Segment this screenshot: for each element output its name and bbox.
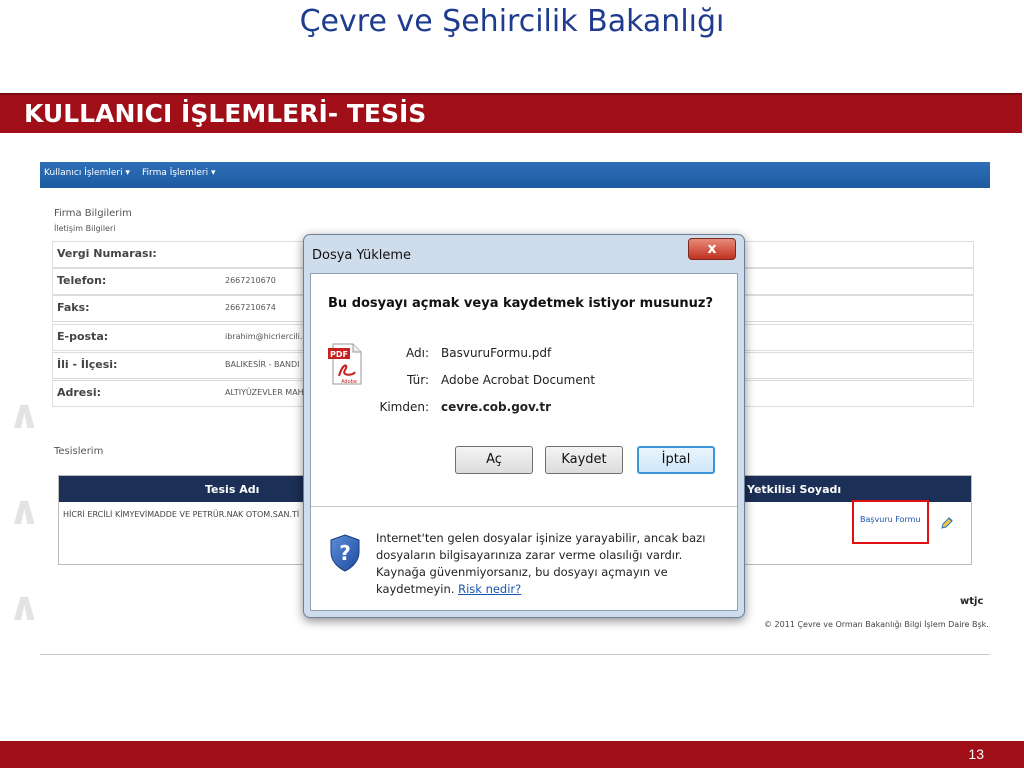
security-warning: Internet'ten gelen dosyalar işinize yara… — [376, 530, 726, 598]
open-button[interactable]: Aç — [455, 446, 533, 474]
field-label: Telefon: — [57, 274, 107, 287]
top-nav: Kullanıcı İşlemleri ▾ Firma İşlemleri ▾ — [40, 162, 990, 188]
field-value: ALTIYÜZEVLER MAH — [225, 388, 304, 397]
field-value: ibrahim@hicriercili.c — [225, 332, 307, 341]
file-from-label: Kimden: — [379, 400, 429, 414]
firma-heading: Firma Bilgilerim — [54, 208, 132, 219]
slide-title: Çevre ve Şehircilik Bakanlığı — [299, 4, 725, 39]
field-label: Vergi Numarası: — [57, 247, 157, 260]
page-number: 13 — [968, 746, 984, 762]
save-button[interactable]: Kaydet — [545, 446, 623, 474]
close-icon[interactable]: x — [688, 238, 736, 260]
field-label: E-posta: — [57, 330, 109, 343]
section-bar: KULLANICI İŞLEMLERİ- TESİS — [0, 93, 1022, 133]
footer-bar: 13 — [0, 741, 1024, 768]
warning-text: Internet'ten gelen dosyalar işinize yara… — [376, 531, 706, 596]
nav-kullanici-islemleri[interactable]: Kullanıcı İşlemleri ▾ — [44, 168, 130, 178]
field-value: 2667210674 — [225, 303, 276, 312]
section-title: KULLANICI İŞLEMLERİ- TESİS — [24, 99, 427, 128]
shield-question-icon: ? — [330, 534, 360, 572]
table-row: HİCRİ ERCİLİ KİMYEVİMADDE VE PETRÜR.NAK … — [63, 510, 300, 519]
file-name-row: Adı: BasvuruFormu.pdf — [319, 346, 719, 362]
divider — [311, 506, 737, 507]
basvuru-formu-link[interactable]: Başvuru Formu — [860, 515, 921, 524]
dialog-title: Dosya Yükleme — [312, 248, 412, 263]
field-value: BALIKESİR - BANDI — [225, 360, 300, 369]
column-yetkili-soyadi: Yetkilisi Soyadı — [747, 483, 842, 496]
dialog-body: Bu dosyayı açmak veya kaydetmek istiyor … — [310, 273, 738, 611]
decorative-mark: ∧ — [8, 590, 34, 624]
risk-link[interactable]: Risk nedir? — [458, 582, 521, 596]
file-type-value: Adobe Acrobat Document — [441, 373, 596, 387]
file-type-label: Tür: — [406, 373, 429, 387]
brand-logo: wtjc — [960, 596, 984, 607]
file-from-value: cevre.cob.gov.tr — [441, 400, 552, 414]
field-value: 2667210670 — [225, 276, 276, 285]
field-label: Faks: — [57, 301, 90, 314]
file-download-dialog: Dosya Yükleme x Bu dosyayı açmak veya ka… — [303, 234, 745, 618]
nav-firma-islemleri[interactable]: Firma İşlemleri ▾ — [142, 168, 215, 178]
tesis-heading: Tesislerim — [54, 446, 104, 457]
dialog-question: Bu dosyayı açmak veya kaydetmek istiyor … — [328, 296, 713, 311]
field-label: İli - İlçesi: — [57, 358, 118, 371]
field-label: Adresi: — [57, 386, 101, 399]
edit-icon[interactable] — [940, 516, 954, 530]
copyright: © 2011 Çevre ve Orman Bakanlığı Bilgi İş… — [764, 620, 989, 629]
basvuru-highlight: Başvuru Formu — [852, 500, 929, 544]
decorative-mark: ∧ — [8, 398, 34, 432]
column-tesis-adi: Tesis Adı — [205, 483, 260, 496]
file-name-label: Adı: — [406, 346, 429, 360]
svg-text:?: ? — [339, 541, 351, 565]
file-from-row: Kimden: cevre.cob.gov.tr — [319, 400, 719, 416]
cancel-button[interactable]: İptal — [637, 446, 715, 474]
file-type-row: Tür: Adobe Acrobat Document — [319, 373, 719, 389]
file-name-value: BasvuruFormu.pdf — [441, 346, 552, 360]
decorative-mark: ∧ — [8, 494, 34, 528]
iletisim-heading: İletişim Bilgileri — [54, 224, 116, 233]
